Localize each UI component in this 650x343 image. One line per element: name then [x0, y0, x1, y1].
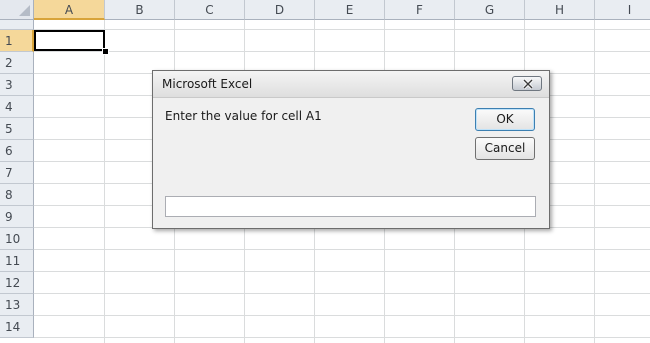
- row-header-13[interactable]: 13: [0, 294, 34, 316]
- close-icon: [522, 79, 534, 89]
- row-header-4[interactable]: 4: [0, 96, 34, 118]
- select-all-corner[interactable]: [0, 0, 34, 20]
- dialog-titlebar[interactable]: Microsoft Excel: [153, 71, 549, 98]
- horizontal-gridline: [34, 293, 650, 294]
- dialog-title: Microsoft Excel: [162, 77, 253, 91]
- fill-handle[interactable]: [102, 48, 109, 55]
- value-input[interactable]: [165, 196, 536, 217]
- column-header-e[interactable]: E: [315, 0, 385, 20]
- column-header-d[interactable]: D: [245, 0, 315, 20]
- input-dialog: Microsoft Excel Enter the value for cell…: [152, 70, 550, 229]
- column-header-h[interactable]: H: [525, 0, 595, 20]
- row-header-6[interactable]: 6: [0, 140, 34, 162]
- close-button[interactable]: [512, 76, 542, 91]
- horizontal-gridline: [34, 51, 650, 52]
- row-header-3[interactable]: 3: [0, 74, 34, 96]
- horizontal-gridline: [34, 337, 650, 338]
- selected-cell-a1[interactable]: [34, 30, 105, 51]
- horizontal-gridline: [34, 271, 650, 272]
- ok-button[interactable]: OK: [475, 108, 535, 131]
- row-header-1[interactable]: 1: [0, 30, 34, 52]
- horizontal-gridline: [34, 315, 650, 316]
- column-header-f[interactable]: F: [385, 0, 455, 20]
- dialog-prompt: Enter the value for cell A1: [165, 109, 322, 123]
- row-header-spacer: [0, 20, 34, 30]
- column-header-i[interactable]: I: [595, 0, 650, 20]
- row-header-14[interactable]: 14: [0, 316, 34, 338]
- row-header-10[interactable]: 10: [0, 228, 34, 250]
- cancel-button[interactable]: Cancel: [475, 137, 535, 160]
- column-header-b[interactable]: B: [105, 0, 175, 20]
- column-header-c[interactable]: C: [175, 0, 245, 20]
- column-header-g[interactable]: G: [455, 0, 525, 20]
- horizontal-gridline: [34, 249, 650, 250]
- select-all-triangle-icon: [19, 5, 30, 16]
- column-header-a[interactable]: A: [34, 0, 105, 20]
- row-header-9[interactable]: 9: [0, 206, 34, 228]
- row-header-12[interactable]: 12: [0, 272, 34, 294]
- vertical-gridline: [104, 20, 105, 343]
- row-header-8[interactable]: 8: [0, 184, 34, 206]
- row-header-2[interactable]: 2: [0, 52, 34, 74]
- row-header-5[interactable]: 5: [0, 118, 34, 140]
- vertical-gridline: [594, 20, 595, 343]
- row-header-11[interactable]: 11: [0, 250, 34, 272]
- row-header-7[interactable]: 7: [0, 162, 34, 184]
- horizontal-gridline: [34, 29, 650, 30]
